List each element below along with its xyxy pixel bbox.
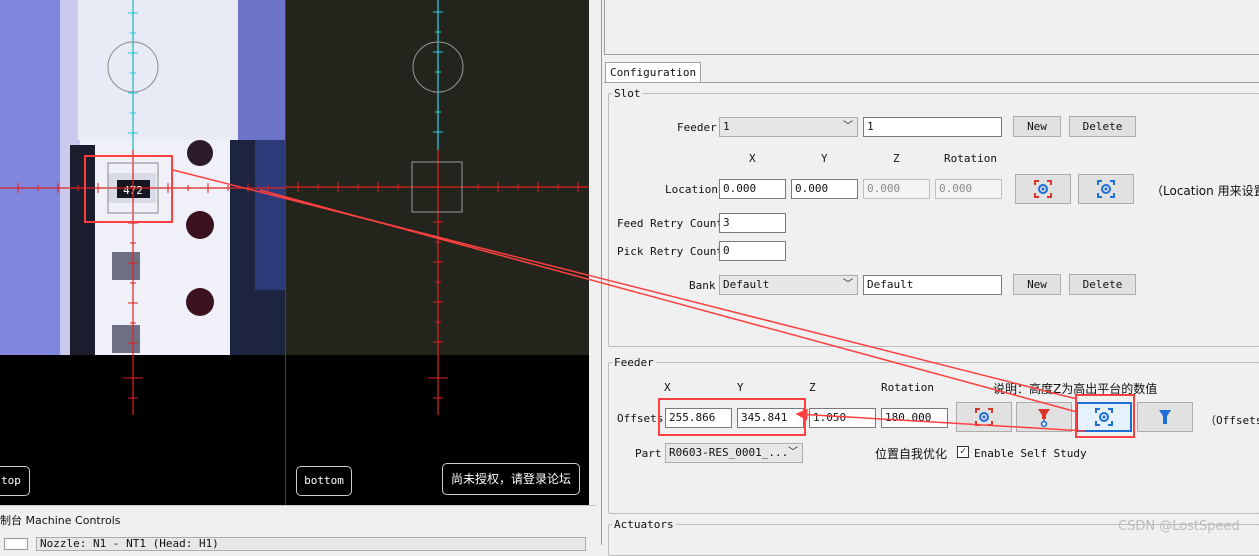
annotation-arrows <box>172 169 1086 432</box>
arrow-component-to-button <box>172 169 1078 400</box>
arrow-center-to-button <box>259 189 1078 413</box>
arrow-button-to-offsets <box>795 408 1086 432</box>
watermark: CSDN @LostSpeed <box>1118 519 1240 534</box>
